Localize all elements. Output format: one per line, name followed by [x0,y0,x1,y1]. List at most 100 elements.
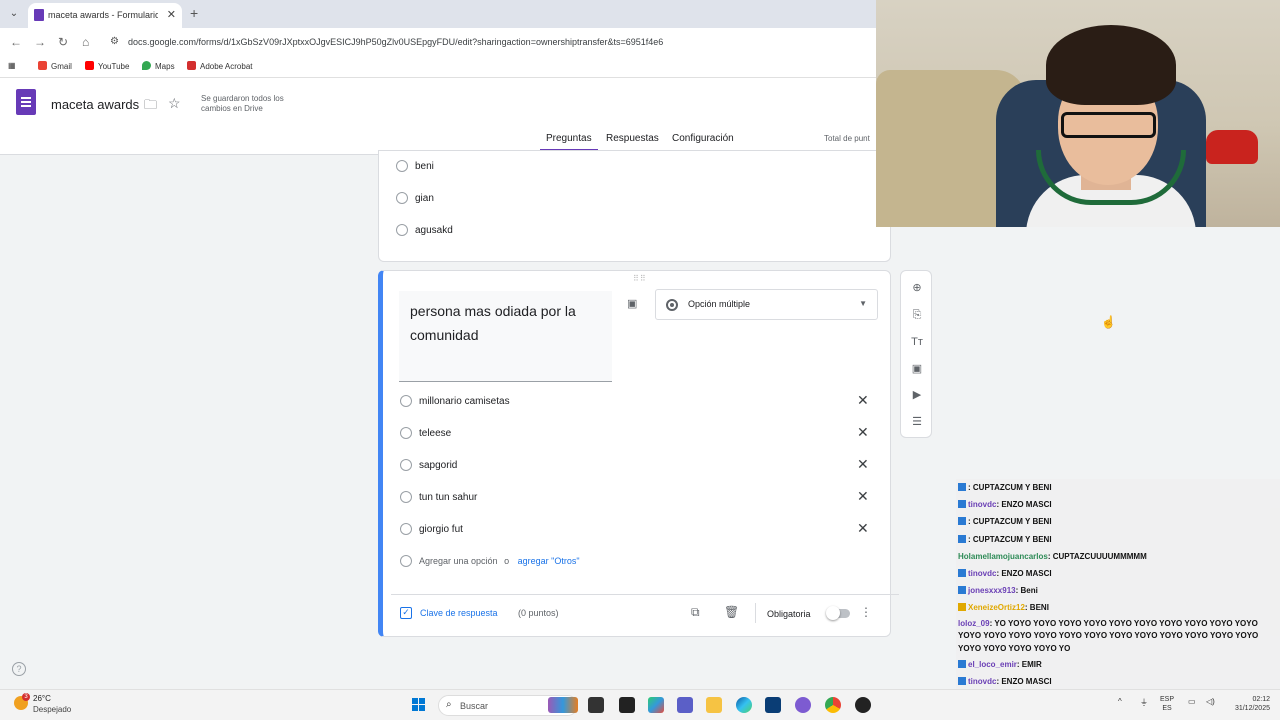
option-input[interactable]: giorgio fut [419,524,463,535]
duplicate-icon[interactable]: ⧉ [691,605,700,620]
document-title[interactable]: maceta awards [51,97,139,112]
capcut-app-icon[interactable] [619,697,635,713]
bookmark-adobe-acrobat[interactable]: Adobe Acrobat [187,61,252,71]
chat-badge-icon [958,534,966,543]
acrobat-icon [187,61,196,70]
option-input[interactable]: sapgorid [419,460,457,471]
add-question-icon[interactable]: ⊕ [909,280,925,296]
widgets-app-icon[interactable] [548,697,578,713]
weather-temp[interactable]: 26°C [33,694,51,703]
network-icon[interactable]: ▭ [1188,697,1196,706]
remove-option-icon[interactable]: ✕ [857,392,869,409]
option-input[interactable]: tun tun sahur [419,492,477,503]
store-app-icon[interactable] [765,697,781,713]
edge-app-icon[interactable] [736,697,752,713]
chat-text: : ENZO MASCI [996,569,1052,579]
start-button[interactable] [412,698,426,712]
apps-icon[interactable]: ▦ [8,61,16,70]
home-icon[interactable]: ⌂ [82,35,89,49]
bookmark-youtube[interactable]: YouTube [85,61,129,71]
add-image-icon[interactable]: ▣ [909,361,925,377]
terminal-app-icon[interactable] [588,697,604,713]
forward-icon[interactable]: → [34,35,46,49]
chat-text: : CUPTAZCUM Y BENI [968,534,1052,544]
browser-tab[interactable]: maceta awards - Formularios d ✕ [28,3,182,28]
webcam-hair [1046,25,1176,105]
help-icon[interactable]: ? [12,662,26,676]
chrome-app-icon[interactable] [825,697,841,713]
tab-search-icon[interactable]: ⌄ [6,6,22,22]
forms-logo-icon[interactable] [16,89,36,115]
remove-option-icon[interactable]: ✕ [857,424,869,441]
chat-username: tinovdc [968,500,997,510]
weather-desc[interactable]: Despejado [33,705,71,714]
option-input[interactable]: millonario camisetas [419,396,510,407]
add-image-icon[interactable]: ▣ [627,297,637,310]
current-question-card[interactable]: ⠿⠿ persona mas odiada por la comunidad ▣… [378,270,1116,637]
chat-badge-icon [958,660,966,669]
obs-app-icon[interactable] [855,697,871,713]
trash-icon[interactable]: 🗑 [724,605,739,619]
import-questions-icon[interactable]: ⎘ [909,307,925,323]
drag-handle-icon[interactable]: ⠿⠿ [633,274,647,283]
tab-close-icon[interactable]: ✕ [167,8,176,21]
clock[interactable]: 02:12 31/12/2025 [1226,695,1270,713]
add-section-icon[interactable]: ☰ [909,414,925,430]
file-explorer-icon[interactable] [706,697,722,713]
browser-tab-bar: ⌄ maceta awards - Formularios d ✕ + [0,0,876,28]
add-title-icon[interactable]: Tт [909,334,925,350]
volume-icon[interactable]: ◁) [1206,697,1215,706]
chat-text: : CUPTAZCUUUUMMMMM [1047,551,1147,561]
required-toggle[interactable] [826,606,850,620]
back-icon[interactable]: ← [10,35,22,49]
new-tab-icon[interactable]: + [190,5,198,21]
tab-respuestas[interactable]: Respuestas [606,133,659,144]
search-icon: ⌕ [446,699,452,710]
tray-chevron-icon[interactable]: ^ [1118,697,1122,706]
radio-button [400,491,412,503]
answer-key-icon[interactable]: ✓ [400,607,412,619]
forms-header: maceta awards 🗀 ☆ Se guardaron todos los… [0,78,876,155]
question-title[interactable]: persona mas odiada por la comunidad [410,299,610,347]
bookmark-maps[interactable]: Maps [142,61,175,71]
chat-message: : CUPTAZCUM Y BENI [956,513,1280,530]
folder-icon[interactable]: 🗀 [144,96,157,118]
star-icon[interactable]: ☆ [168,95,181,112]
bookmarks-bar: ▦ Gmail YouTube Maps Adobe Acrobat [0,56,876,78]
card-footer-divider [391,594,899,595]
chat-message: loloz_09: YO YOYO YOYO YOYO YOYO YOYO YO… [956,617,1280,657]
maps-icon [142,61,151,70]
remove-option-icon[interactable]: ✕ [857,520,869,537]
chat-text: : ENZO MASCI [996,677,1052,687]
bookmark-gmail[interactable]: Gmail [38,61,72,71]
language-indicator[interactable]: ESP ES [1160,695,1174,713]
remove-option-icon[interactable]: ✕ [857,488,869,505]
reload-icon[interactable]: ↻ [58,35,68,49]
previous-question-card[interactable]: beni gian agusakd [378,150,891,262]
chat-message: : CUPTAZCUM Y BENI [956,531,1280,548]
radio-button [396,224,408,236]
chat-username: el_loco_emir [968,660,1017,670]
radio-button [400,459,412,471]
site-info-icon[interactable]: ⚙ [110,36,119,47]
discord-app-icon[interactable] [795,697,811,713]
add-other-link[interactable]: agregar "Otros" [518,556,580,566]
weather-badge: 3 [22,693,30,701]
option-input[interactable]: teleese [419,428,451,439]
url-input[interactable]: docs.google.com/forms/d/1xGbSzV09rJXptxx… [128,37,663,47]
remove-option-icon[interactable]: ✕ [857,456,869,473]
add-option-link[interactable]: Agregar una opción [419,556,498,566]
teams-app-icon[interactable] [677,697,693,713]
points-label: (0 puntos) [518,608,559,618]
chat-text: : ENZO MASCI [996,500,1052,510]
question-title-field[interactable]: persona mas odiada por la comunidad [399,291,612,382]
question-type-dropdown[interactable]: Opción múltiple ☝ ▼ [655,289,1116,329]
more-options-icon[interactable]: ⋮ [860,605,872,619]
answer-key-button[interactable]: Clave de respuesta [420,608,498,618]
chat-badge-icon [958,483,966,491]
add-video-icon[interactable]: ▶ [909,387,925,403]
mic-icon[interactable]: ⏚ [1140,697,1148,708]
copilot-app-icon[interactable] [648,697,664,713]
tab-configuracion[interactable]: Configuración [672,133,734,144]
chat-text: : CUPTAZCUM Y BENI [968,483,1052,492]
